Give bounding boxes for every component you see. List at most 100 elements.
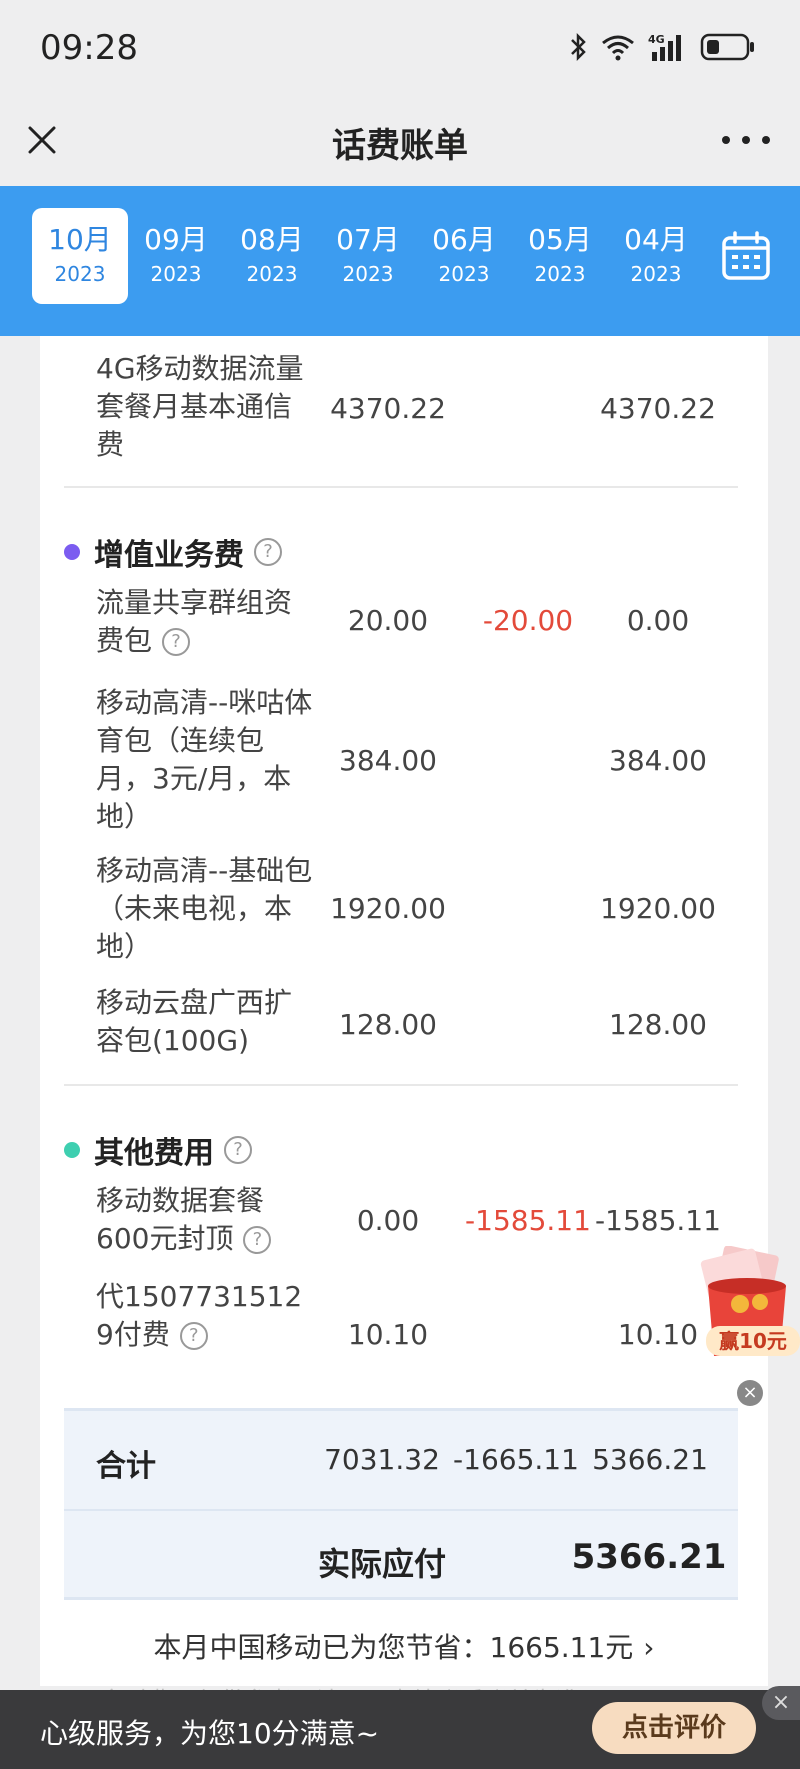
bill-row: 移动高清--基础包（未来电视，本地） 1920.00 1920.00: [40, 852, 768, 970]
page-title: 话费账单: [332, 126, 468, 166]
4g-signal-icon: 4G: [648, 33, 681, 61]
network-label: 4G: [648, 33, 665, 46]
item-discount: -1585.11: [465, 1204, 591, 1237]
help-icon[interactable]: ?: [162, 628, 191, 656]
tab-month-label: 07月: [336, 223, 400, 256]
tab-year-label: 2023: [54, 262, 106, 286]
help-icon[interactable]: ?: [243, 1226, 272, 1254]
item-name-text: 流量共享群组资费包: [96, 586, 293, 657]
total-label: 合计: [96, 1449, 156, 1484]
item-name: 流量共享群组资费包?: [96, 584, 316, 660]
section-dot: [64, 1142, 80, 1158]
item-payable: 128.00: [609, 1008, 707, 1041]
tab-month-08[interactable]: 08月 2023: [224, 208, 320, 304]
total-amount: 7031.32: [324, 1443, 440, 1476]
promo-close-button[interactable]: ×: [737, 1380, 763, 1406]
bill-row: 流量共享群组资费包? 20.00 -20.00 0.00: [40, 584, 768, 674]
item-amount: 384.00: [339, 744, 437, 777]
wifi-icon: [602, 35, 634, 61]
item-payable: 4370.22: [600, 392, 716, 425]
item-payable: -1585.11: [595, 1204, 721, 1237]
promo-text: 赢10元: [706, 1326, 800, 1356]
bill-row: 4G移动数据流量套餐月基本通信费 4370.22 4370.22: [40, 350, 768, 470]
more-button[interactable]: [722, 120, 770, 160]
chevron-right-icon: ›: [643, 1631, 655, 1664]
item-name: 移动数据套餐600元封顶?: [96, 1182, 316, 1258]
bill-card: 4G移动数据流量套餐月基本通信费 4370.22 4370.22 增值业务费 ?…: [40, 336, 768, 1715]
tab-month-label: 08月: [240, 223, 304, 256]
help-icon[interactable]: ?: [254, 538, 282, 566]
tab-year-label: 2023: [150, 262, 202, 286]
item-name: 移动云盘广西扩容包(100G): [96, 986, 293, 1057]
tab-month-04[interactable]: 04月 2023: [608, 208, 704, 304]
tab-month-label: 09月: [144, 223, 208, 256]
divider: [64, 486, 738, 488]
section-value-added: 增值业务费 ?: [64, 530, 282, 574]
rate-button[interactable]: 点击评价: [592, 1702, 756, 1754]
total-row: 合计 7031.32 -1665.11 5366.21: [64, 1411, 738, 1511]
section-title: 其他费用: [94, 1136, 214, 1171]
savings-link[interactable]: 本月中国移动已为您节省：1665.11元 ›: [40, 1626, 768, 1666]
total-box: 合计 7031.32 -1665.11 5366.21 实际应付 5366.21: [64, 1408, 738, 1600]
item-discount: -20.00: [482, 604, 574, 637]
more-icon: [722, 136, 730, 144]
section-title: 增值业务费: [94, 538, 244, 573]
item-payable: 0.00: [626, 604, 690, 637]
item-name: 代15077315129付费?: [96, 1278, 316, 1354]
item-name-text: 移动数据套餐600元封顶: [96, 1184, 265, 1255]
bill-row: 代15077315129付费? 10.10 10.10: [40, 1278, 768, 1396]
item-name: 4G移动数据流量套餐月基本通信费: [96, 352, 304, 461]
tab-year-label: 2023: [630, 262, 682, 286]
item-name: 移动高清--基础包（未来电视，本地）: [96, 854, 313, 963]
tab-month-05[interactable]: 05月 2023: [512, 208, 608, 304]
item-payable: 384.00: [609, 744, 707, 777]
calendar-button[interactable]: [720, 230, 772, 282]
total-payable: 5366.21: [592, 1443, 708, 1476]
promo-widget[interactable]: 赢10元: [690, 1245, 800, 1366]
item-amount: 4370.22: [330, 392, 446, 425]
tab-month-09[interactable]: 09月 2023: [128, 208, 224, 304]
savings-text: 本月中国移动已为您节省：1665.11元: [153, 1631, 634, 1664]
actual-pay-value: 5366.21: [571, 1537, 727, 1577]
bill-row: 移动数据套餐600元封顶? 0.00 -1585.11 -1585.11: [40, 1182, 768, 1266]
item-amount: 128.00: [339, 1008, 437, 1041]
item-amount: 10.10: [347, 1318, 429, 1351]
total-discount: -1665.11: [453, 1443, 579, 1476]
banner-close-button[interactable]: ×: [762, 1686, 800, 1720]
bluetooth-icon: [571, 32, 586, 62]
rating-banner: 心级服务，为您10分满意~ 点击评价: [0, 1690, 800, 1769]
tab-month-label: 04月: [624, 223, 688, 256]
tab-month-label: 05月: [528, 223, 592, 256]
nav-bar: 话费账单: [0, 100, 800, 186]
calendar-icon: [722, 231, 770, 280]
help-icon[interactable]: ?: [179, 1322, 208, 1350]
tab-month-07[interactable]: 07月 2023: [320, 208, 416, 304]
actual-pay-label: 实际应付: [318, 1545, 447, 1583]
divider: [64, 1084, 738, 1086]
tab-year-label: 2023: [534, 262, 586, 286]
tab-year-label: 2023: [246, 262, 298, 286]
tab-year-label: 2023: [438, 262, 490, 286]
help-icon[interactable]: ?: [224, 1136, 252, 1164]
bill-row: 移动高清--咪咕体育包（连续包月，3元/月，本地） 384.00 384.00: [40, 684, 768, 840]
section-other: 其他费用 ?: [64, 1128, 252, 1172]
tab-month-06[interactable]: 06月 2023: [416, 208, 512, 304]
status-time: 09:28: [40, 28, 138, 68]
month-tab-bar: 10月 2023 09月 2023 08月 2023 07月 2023 06月 …: [0, 186, 800, 336]
tab-month-10[interactable]: 10月 2023: [32, 208, 128, 304]
status-icons: 4G: [568, 32, 756, 62]
banner-text: 心级服务，为您10分满意~: [40, 1717, 380, 1750]
item-amount: 1920.00: [330, 892, 446, 925]
tab-month-label: 10月: [48, 223, 112, 256]
bill-page: 09:28 4G 话费账单 10月 2023 09月 2023 08月 2023…: [0, 0, 800, 1769]
item-amount: 0.00: [356, 1204, 420, 1237]
tab-year-label: 2023: [342, 262, 394, 286]
status-bar: 09:28 4G: [0, 0, 800, 100]
item-amount: 20.00: [347, 604, 429, 637]
item-name: 移动高清--咪咕体育包（连续包月，3元/月，本地）: [96, 686, 313, 833]
section-dot: [64, 544, 80, 560]
item-payable: 1920.00: [600, 892, 716, 925]
tab-month-label: 06月: [432, 223, 496, 256]
battery-icon: [700, 33, 754, 61]
bill-row: 移动云盘广西扩容包(100G) 128.00 128.00: [40, 984, 768, 1064]
